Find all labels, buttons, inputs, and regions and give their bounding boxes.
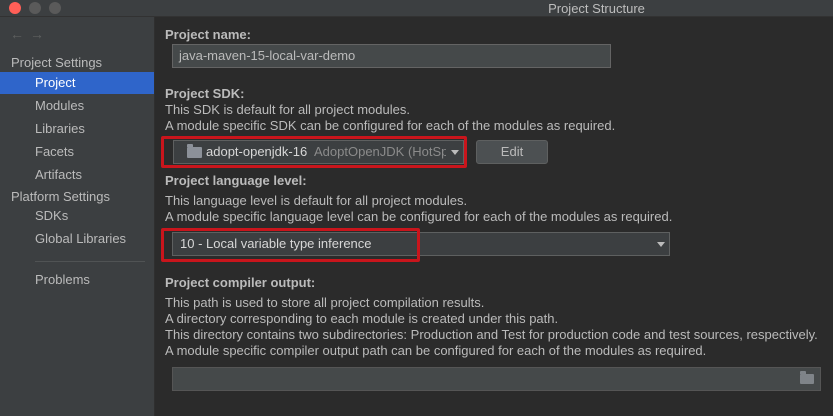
sidebar-item-project[interactable]: Project xyxy=(0,72,154,94)
project-name-input[interactable]: java-maven-15-local-var-demo xyxy=(172,44,611,68)
sdk-name: adopt-openjdk-16 xyxy=(206,144,308,159)
sidebar-item-libraries[interactable]: Libraries xyxy=(0,118,154,140)
compiler-output-desc-2: A directory corresponding to each module… xyxy=(165,311,559,326)
project-settings-header: Project Settings xyxy=(11,55,103,70)
sidebar: ←→ Project Settings Project Modules Libr… xyxy=(0,17,155,416)
folder-icon xyxy=(187,144,202,158)
language-level-desc-2: A module specific language level can be … xyxy=(165,209,673,224)
language-level-select[interactable]: 10 - Local variable type inference xyxy=(172,232,670,256)
compiler-output-desc-4: A module specific compiler output path c… xyxy=(165,343,707,358)
browse-folder-icon[interactable] xyxy=(800,371,814,384)
chevron-down-icon xyxy=(451,150,459,155)
sidebar-item-problems[interactable]: Problems xyxy=(0,269,154,291)
language-level-desc-1: This language level is default for all p… xyxy=(165,193,468,208)
nav-arrows: ←→ xyxy=(10,26,50,42)
project-sdk-desc-1: This SDK is default for all project modu… xyxy=(165,102,410,117)
sidebar-item-modules[interactable]: Modules xyxy=(0,95,154,117)
project-settings-panel: Project name: java-maven-15-local-var-de… xyxy=(155,17,833,416)
title-bar: Project Structure xyxy=(0,0,833,17)
project-sdk-desc-2: A module specific SDK can be configured … xyxy=(165,118,616,133)
compiler-output-desc-1: This path is used to store all project c… xyxy=(165,295,485,310)
project-sdk-select[interactable]: adopt-openjdk-16 AdoptOpenJDK (HotSpot) … xyxy=(173,140,464,164)
sidebar-item-global-libraries[interactable]: Global Libraries xyxy=(0,228,154,250)
forward-arrow-icon[interactable]: → xyxy=(30,26,50,42)
window-title: Project Structure xyxy=(548,1,645,16)
project-name-label: Project name: xyxy=(165,27,251,42)
sidebar-item-artifacts[interactable]: Artifacts xyxy=(0,164,154,186)
language-level-value: 10 - Local variable type inference xyxy=(180,236,372,251)
compiler-output-input[interactable] xyxy=(172,367,821,391)
platform-settings-header: Platform Settings xyxy=(11,189,110,204)
edit-sdk-button[interactable]: Edit xyxy=(476,140,548,164)
chevron-down-icon xyxy=(657,242,665,247)
sidebar-divider xyxy=(35,261,145,262)
compiler-output-desc-3: This directory contains two subdirectori… xyxy=(165,327,818,342)
sidebar-item-facets[interactable]: Facets xyxy=(0,141,154,163)
sidebar-item-sdks[interactable]: SDKs xyxy=(0,205,154,227)
back-arrow-icon[interactable]: ← xyxy=(10,26,30,42)
compiler-output-label: Project compiler output: xyxy=(165,275,316,290)
sdk-vendor: AdoptOpenJDK (HotSpot) version 16 xyxy=(314,144,446,159)
project-sdk-label: Project SDK: xyxy=(165,86,245,101)
language-level-label: Project language level: xyxy=(165,173,307,188)
